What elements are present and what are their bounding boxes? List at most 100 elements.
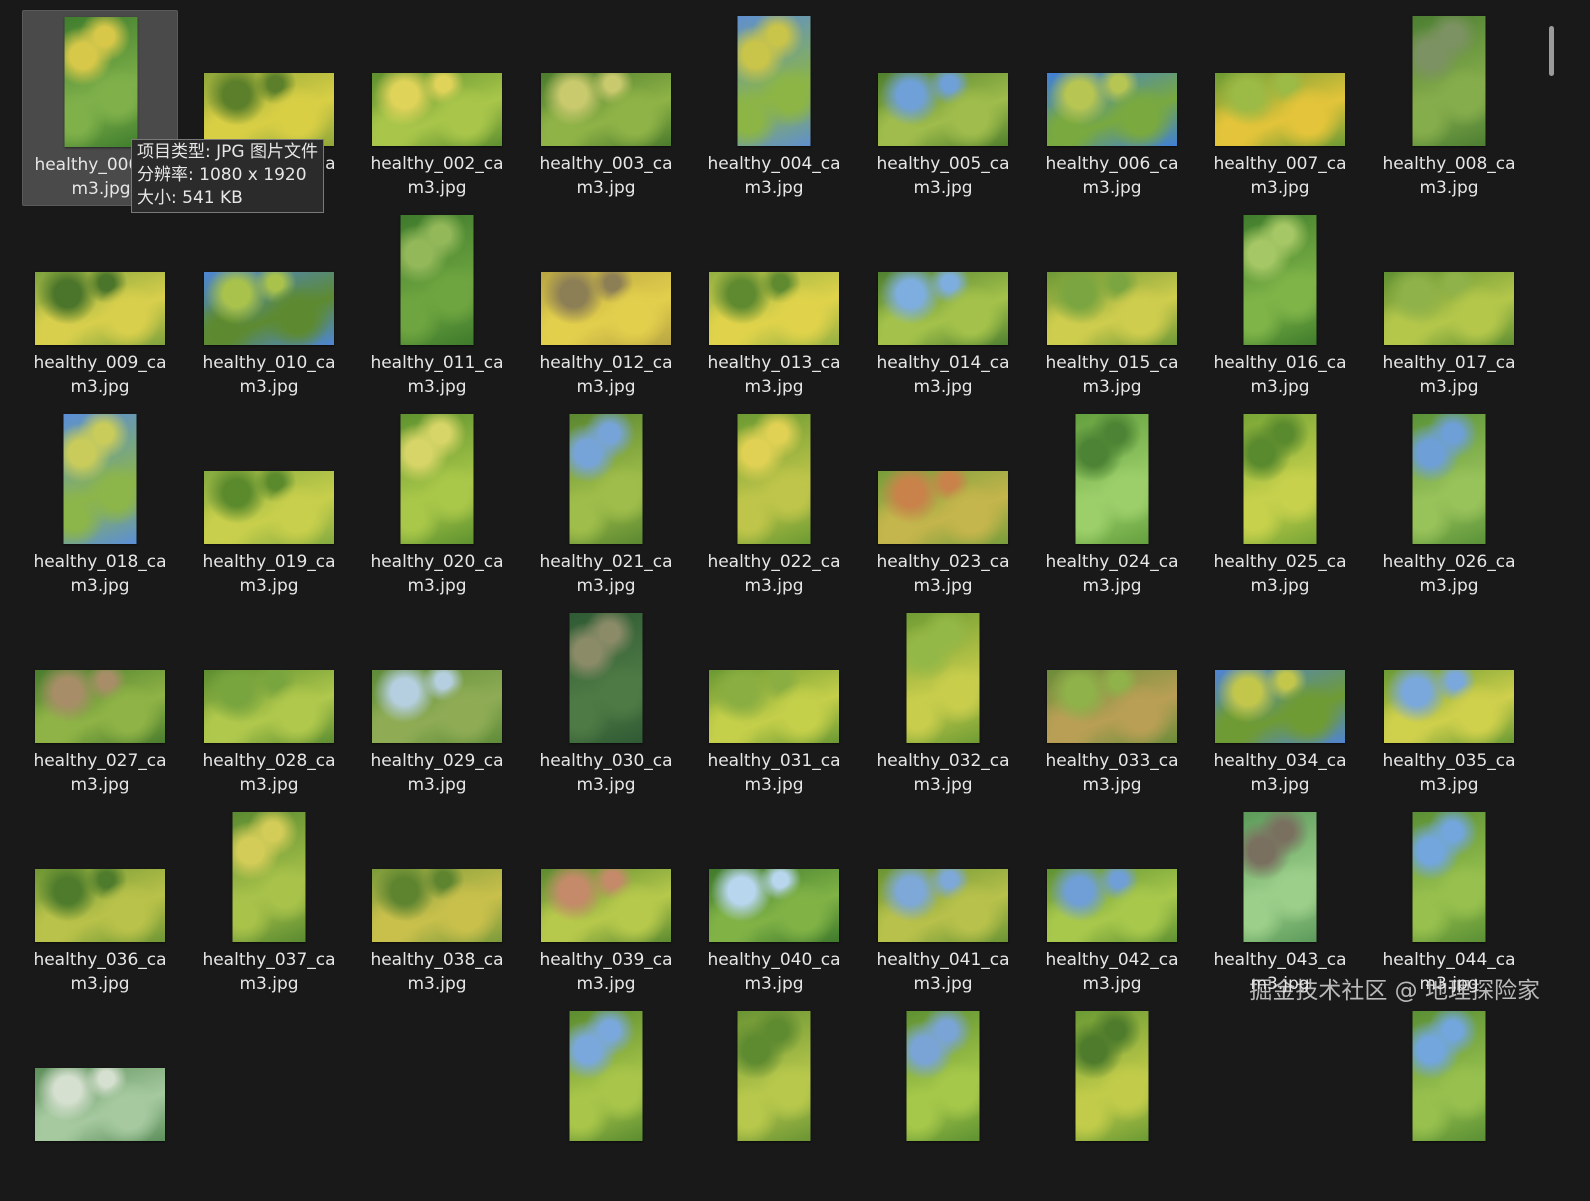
image-thumbnail — [878, 73, 1008, 146]
file-item[interactable]: healthy_042_ca m3.jpg — [1034, 806, 1190, 1002]
image-thumbnail — [372, 869, 502, 942]
file-item[interactable]: healthy_013_ca m3.jpg — [696, 209, 852, 405]
file-item[interactable] — [22, 1005, 178, 1201]
file-item[interactable] — [696, 1005, 852, 1201]
file-item[interactable]: healthy_022_ca m3.jpg — [696, 408, 852, 604]
file-item[interactable]: healthy_035_ca m3.jpg — [1371, 607, 1527, 803]
file-item[interactable]: healthy_016_ca m3.jpg — [1202, 209, 1358, 405]
file-item[interactable]: healthy_002_ca m3.jpg — [359, 10, 515, 206]
file-item[interactable]: healthy_037_ca m3.jpg — [191, 806, 347, 1002]
file-item[interactable]: healthy_044_ca m3.jpg — [1371, 806, 1527, 1002]
file-name-line2: m3.jpg — [70, 377, 130, 397]
watermark: 掘金技术社区 @ 地理探险家 — [1249, 978, 1540, 1004]
file-item[interactable]: healthy_034_ca m3.jpg — [1202, 607, 1358, 803]
file-item[interactable]: healthy_005_ca m3.jpg — [865, 10, 1021, 206]
image-thumbnail — [204, 670, 334, 743]
thumbnail-frame — [865, 613, 1021, 743]
file-item[interactable]: healthy_014_ca m3.jpg — [865, 209, 1021, 405]
file-item[interactable]: healthy_025_ca m3.jpg — [1202, 408, 1358, 604]
file-item[interactable] — [1371, 1005, 1527, 1201]
image-thumbnail — [1412, 812, 1486, 942]
thumbnail-frame — [696, 1011, 852, 1141]
file-name-line1: healthy_041_ca — [876, 950, 1010, 970]
file-name-line2: m3.jpg — [1419, 377, 1479, 397]
file-name-line1: healthy_020_ca — [370, 552, 504, 572]
file-name: healthy_012_ca m3.jpg — [528, 351, 684, 399]
file-name-line1: healthy_002_ca — [370, 154, 504, 174]
file-name: healthy_025_ca m3.jpg — [1202, 550, 1358, 598]
file-name-line1: healthy_028_ca — [202, 751, 336, 771]
file-name-line1: healthy_023_ca — [876, 552, 1010, 572]
file-item[interactable]: healthy_012_ca m3.jpg — [528, 209, 684, 405]
file-item[interactable]: healthy_036_ca m3.jpg — [22, 806, 178, 1002]
file-item[interactable]: healthy_028_ca m3.jpg — [191, 607, 347, 803]
file-item[interactable]: healthy_043_ca m3.jpg — [1202, 806, 1358, 1002]
file-item[interactable]: healthy_026_ca m3.jpg — [1371, 408, 1527, 604]
file-name: healthy_010_ca m3.jpg — [191, 351, 347, 399]
file-name-line2: m3.jpg — [1250, 178, 1310, 198]
file-name-line2: m3.jpg — [576, 576, 636, 596]
thumbnail-frame — [528, 1011, 684, 1141]
file-item[interactable]: healthy_027_ca m3.jpg — [22, 607, 178, 803]
image-thumbnail — [400, 414, 474, 544]
file-item[interactable]: healthy_020_ca m3.jpg — [359, 408, 515, 604]
file-item[interactable]: healthy_004_ca m3.jpg — [696, 10, 852, 206]
image-thumbnail — [906, 1011, 980, 1141]
file-item[interactable]: healthy_040_ca m3.jpg — [696, 806, 852, 1002]
file-item[interactable]: healthy_039_ca m3.jpg — [528, 806, 684, 1002]
file-name: healthy_014_ca m3.jpg — [865, 351, 1021, 399]
file-item[interactable] — [865, 1005, 1021, 1201]
file-name-line1: healthy_008_ca — [1382, 154, 1516, 174]
file-item[interactable]: healthy_011_ca m3.jpg — [359, 209, 515, 405]
file-name-line1: healthy_006_ca — [1045, 154, 1179, 174]
thumbnail-frame — [696, 613, 852, 743]
file-item[interactable]: healthy_029_ca m3.jpg — [359, 607, 515, 803]
file-item[interactable]: healthy_015_ca m3.jpg — [1034, 209, 1190, 405]
file-item[interactable]: healthy_030_ca m3.jpg — [528, 607, 684, 803]
file-name: healthy_024_ca m3.jpg — [1034, 550, 1190, 598]
file-item[interactable]: healthy_006_ca m3.jpg — [1034, 10, 1190, 206]
file-name: healthy_029_ca m3.jpg — [359, 749, 515, 797]
file-item[interactable]: healthy_023_ca m3.jpg — [865, 408, 1021, 604]
thumbnail-frame — [1371, 215, 1527, 345]
thumbnail-frame — [1371, 414, 1527, 544]
file-item[interactable]: healthy_033_ca m3.jpg — [1034, 607, 1190, 803]
file-item[interactable]: healthy_032_ca m3.jpg — [865, 607, 1021, 803]
file-item[interactable]: healthy_038_ca m3.jpg — [359, 806, 515, 1002]
file-item[interactable]: healthy_009_ca m3.jpg — [22, 209, 178, 405]
file-name-line1: healthy_026_ca — [1382, 552, 1516, 572]
file-name: healthy_039_ca m3.jpg — [528, 948, 684, 996]
file-item[interactable]: healthy_019_ca m3.jpg — [191, 408, 347, 604]
file-item[interactable] — [1034, 1005, 1190, 1201]
image-thumbnail — [1047, 73, 1177, 146]
file-name-line2: m3.jpg — [576, 974, 636, 994]
file-name-line1: healthy_024_ca — [1045, 552, 1179, 572]
thumbnail-frame — [1371, 1011, 1527, 1141]
file-name-line1: healthy_022_ca — [707, 552, 841, 572]
thumbnail-frame — [1034, 414, 1190, 544]
thumbnail-frame — [191, 812, 347, 942]
file-item[interactable]: healthy_041_ca m3.jpg — [865, 806, 1021, 1002]
file-item[interactable]: healthy_031_ca m3.jpg — [696, 607, 852, 803]
vertical-scrollbar-thumb[interactable] — [1549, 26, 1554, 76]
file-name-line1: healthy_012_ca — [539, 353, 673, 373]
file-item[interactable]: healthy_010_ca m3.jpg — [191, 209, 347, 405]
thumbnail-frame — [22, 613, 178, 743]
thumbnail-frame — [359, 812, 515, 942]
file-item[interactable]: healthy_017_ca m3.jpg — [1371, 209, 1527, 405]
file-name-line2: m3.jpg — [407, 576, 467, 596]
file-item[interactable]: healthy_018_ca m3.jpg — [22, 408, 178, 604]
file-item[interactable]: healthy_003_ca m3.jpg — [528, 10, 684, 206]
image-thumbnail — [232, 812, 306, 942]
file-item[interactable]: healthy_007_ca m3.jpg — [1202, 10, 1358, 206]
image-thumbnail — [204, 471, 334, 544]
file-name: healthy_020_ca m3.jpg — [359, 550, 515, 598]
file-item[interactable] — [528, 1005, 684, 1201]
image-thumbnail — [737, 16, 811, 146]
file-name-line2: m3.jpg — [1250, 576, 1310, 596]
file-item[interactable]: healthy_024_ca m3.jpg — [1034, 408, 1190, 604]
image-thumbnail — [1243, 215, 1317, 345]
file-item[interactable]: healthy_008_ca m3.jpg — [1371, 10, 1527, 206]
file-item[interactable]: healthy_021_ca m3.jpg — [528, 408, 684, 604]
file-name-line1: healthy_033_ca — [1045, 751, 1179, 771]
